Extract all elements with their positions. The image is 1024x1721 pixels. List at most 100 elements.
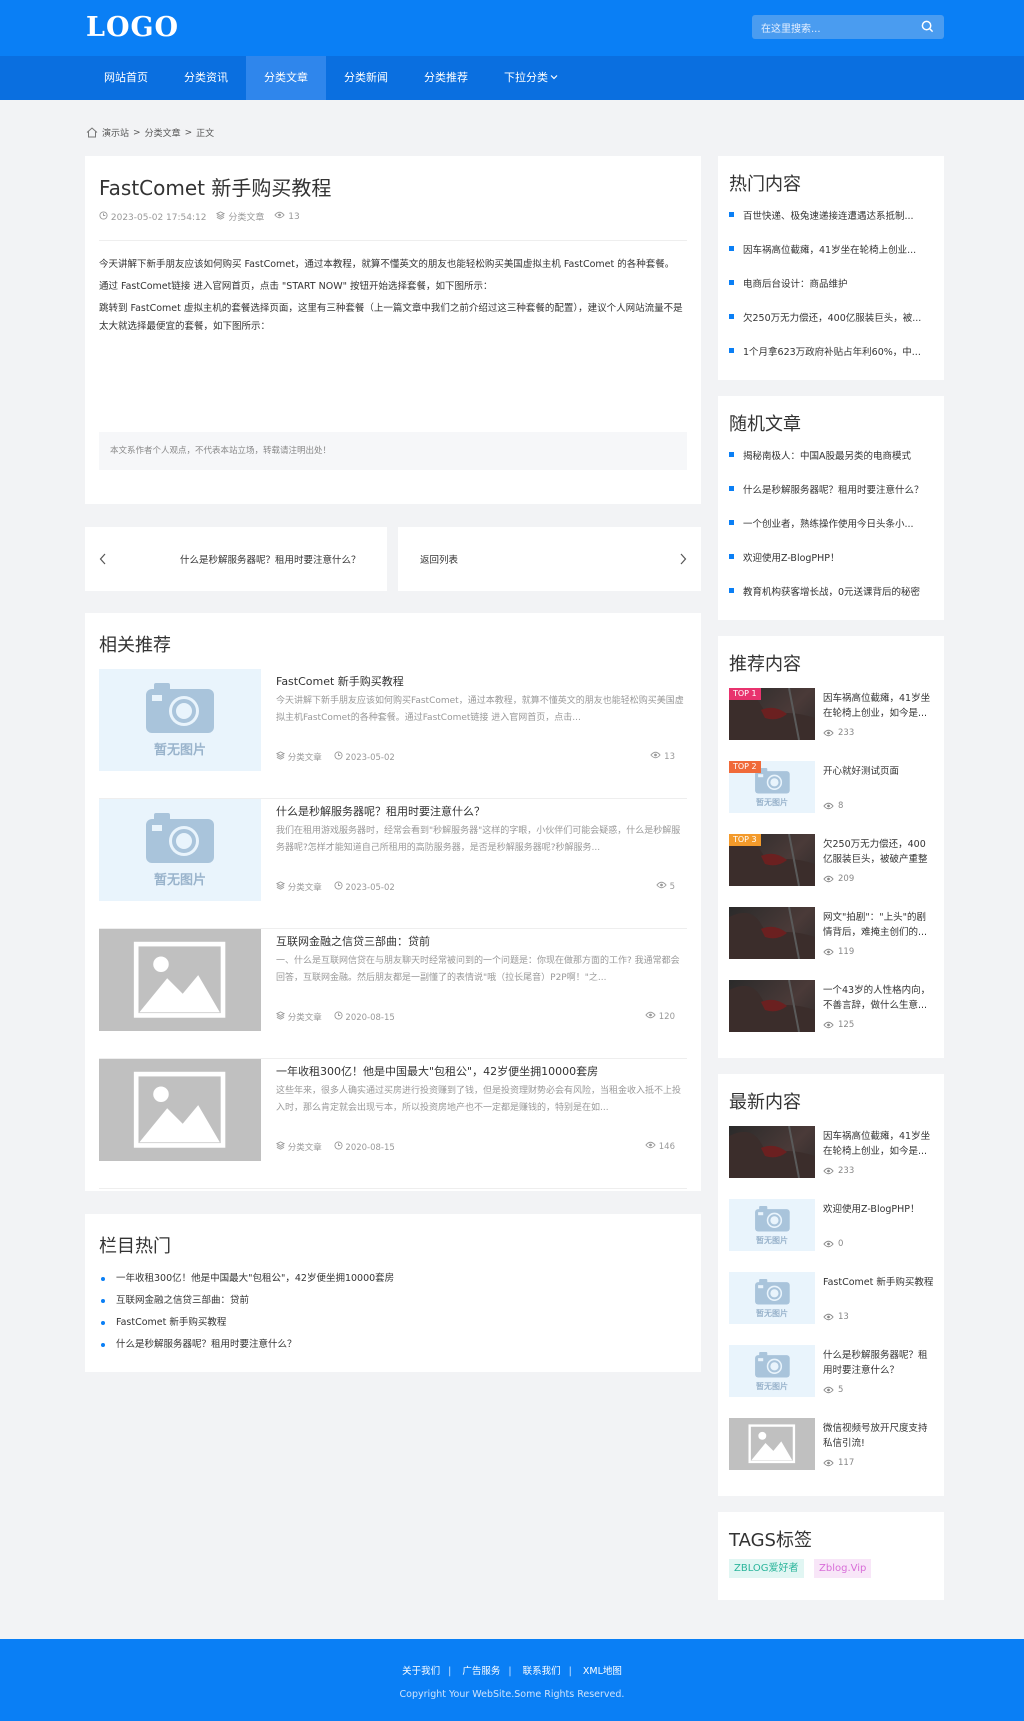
column-hot-title: 栏目热门 [99,1236,171,1257]
hot-content-widget: 热门内容 百世快递、极兔速递接连遭遇达系抵制... 因车祸高位截瘫，41岁坐在轮… [718,156,944,380]
nav-home[interactable]: 网站首页 [86,56,166,100]
list-item[interactable]: 暂无图片 欢迎使用Z-BlogPHP！ 0 [729,1199,935,1255]
tag-link[interactable]: Zblog.Vip [814,1559,872,1578]
nav-news-info[interactable]: 分类资讯 [166,56,246,100]
related-item-views: 146 [645,1141,675,1152]
home-icon[interactable] [86,127,98,138]
list-item[interactable]: 什么是秒解服务器呢？租用时要注意什么？ [729,482,935,516]
list-item[interactable]: 微信视频号放开尺度支持私信引流! 117 [729,1418,935,1474]
chevron-left-icon[interactable] [99,553,107,565]
divider [99,240,687,241]
list-item[interactable]: 一年收租300亿！他是中国最大"包租公"，42岁便坐拥10000套房 [101,1268,394,1290]
list-item[interactable]: 揭秘南极人：中国A股最另类的电商模式 [729,448,935,482]
footer-link-sitemap[interactable]: XML地图 [583,1666,622,1677]
placeholder-image: 暂无图片 [99,669,261,771]
side-item-title[interactable]: 开心就好测试页面 [823,764,935,779]
search-box[interactable]: 在这里搜索... [752,15,944,39]
list-item[interactable]: 暂无图片 什么是秒解服务器呢？租用时要注意什么？ 5 [729,1345,935,1401]
list-item[interactable]: 欢迎使用Z-BlogPHP！ [729,550,935,584]
thumbnail-image[interactable] [729,907,815,959]
list-item[interactable]: 暂无图片 FastComet 新手购买教程 今天讲解下新手朋友应该如何购买Fas… [99,669,687,799]
prev-article-link[interactable]: 什么是秒解服务器呢？租用时要注意什么？ [85,527,387,591]
chevron-right-icon[interactable] [679,553,687,565]
eye-icon [650,751,662,759]
side-item-title[interactable]: 因车祸高位截瘫，41岁坐在轮椅上创业，如今是... [823,691,935,721]
list-item[interactable]: 什么是秒解服务器呢？租用时要注意什么？ [101,1334,394,1356]
prev-article-title[interactable]: 什么是秒解服务器呢？租用时要注意什么？ [180,552,361,566]
chevron-down-icon [550,75,558,80]
thumbnail-photo [729,980,815,1032]
thumbnail-image[interactable] [729,1126,815,1178]
list-item[interactable]: 一年收租300亿！他是中国最大"包租公"，42岁便坐拥10000套房 这些年来，… [99,1059,687,1189]
hot-content-title: 热门内容 [729,174,801,195]
side-item-views: 119 [823,947,854,957]
footer-link-contact[interactable]: 联系我们 [523,1666,561,1677]
side-item-title[interactable]: 欢迎使用Z-BlogPHP！ [823,1202,935,1217]
side-item-title[interactable]: 因车祸高位截瘫，41岁坐在轮椅上创业，如今是... [823,1129,935,1159]
camera-icon [754,1279,790,1305]
list-item[interactable]: 一个43岁的人性格内向，不善言辞，做什么生意... 125 [729,980,935,1036]
tag-link[interactable]: ZBLOG爱好者 [729,1559,804,1578]
nav-dropdown[interactable]: 下拉分类 [486,56,576,100]
article-title: FastComet 新手购买教程 [99,176,332,200]
search-input[interactable]: 在这里搜索... [761,20,821,35]
placeholder-image: 暂无图片 [729,1345,815,1397]
list-item[interactable]: 因车祸高位截瘫，41岁坐在轮椅上创业，如今是... 233 [729,1126,935,1182]
related-item-views: 13 [650,751,675,762]
side-item-title[interactable]: 什么是秒解服务器呢？租用时要注意什么？ [823,1348,935,1378]
list-item[interactable]: 互联网金融之信贷三部曲：贷前 [101,1290,394,1312]
list-item[interactable]: 电商后台设计：商品维护 [729,276,935,310]
related-item-title[interactable]: 一年收租300亿！他是中国最大"包租公"，42岁便坐拥10000套房 [276,1063,598,1079]
list-item[interactable]: 一个创业者，熟练操作使用今日头条小... [729,516,935,550]
related-item-desc: 今天讲解下新手朋友应该如何购买FastComet，通过本教程，就算不懂英文的朋友… [276,696,684,723]
related-item-title[interactable]: 什么是秒解服务器呢？租用时要注意什么？ [276,803,485,819]
nav-recommend[interactable]: 分类推荐 [406,56,486,100]
article-category[interactable]: 分类文章 [228,213,264,223]
related-item-title[interactable]: 互联网金融之信贷三部曲：贷前 [276,933,430,949]
related-title: 相关推荐 [99,635,171,656]
nav-news[interactable]: 分类新闻 [326,56,406,100]
list-item[interactable]: 教育机构获客增长战，0元送课背后的秘密 [729,584,935,618]
no-image-label: 暂无图片 [756,797,788,807]
list-item[interactable]: FastComet 新手购买教程 [101,1312,394,1334]
breadcrumb-home[interactable]: 演示站 [102,126,129,139]
camera-icon [146,683,214,733]
side-item-title[interactable]: 网文"拍剧"："上头"的剧情背后，难掩主创们的... [823,910,935,940]
side-item-title[interactable]: FastComet 新手购买教程 [823,1275,935,1290]
list-item[interactable]: 互联网金融之信贷三部曲：贷前 一、什么是互联网信贷在与朋友聊天时经常被问到的一个… [99,929,687,1059]
list-item[interactable]: 因车祸高位截瘫，41岁坐在轮椅上创业... [729,242,935,276]
site-logo[interactable]: LOGO [86,12,179,43]
random-articles-title: 随机文章 [729,414,801,435]
layers-icon [275,1141,286,1150]
list-item[interactable]: 百世快递、极兔速递接连遭遇达系抵制... [729,208,935,242]
list-item[interactable]: 网文"拍剧"："上头"的剧情背后，难掩主创们的... 119 [729,907,935,963]
side-item-title[interactable]: 一个43岁的人性格内向，不善言辞，做什么生意... [823,983,935,1013]
list-item[interactable]: 暂无图片 FastComet 新手购买教程 13 [729,1272,935,1328]
search-icon[interactable] [921,20,934,33]
footer-link-ads[interactable]: 广告服务 [462,1666,500,1677]
list-item[interactable]: 欠250万无力偿还，400亿服装巨头，被... [729,310,935,344]
footer-link-about[interactable]: 关于我们 [402,1666,440,1677]
eye-icon [823,1167,834,1175]
back-to-list-link[interactable]: 返回列表 [398,527,701,591]
list-item[interactable]: TOP 3 欠250万无力偿还，400亿服装巨头，被破产重整 209 [729,834,935,890]
nav-articles[interactable]: 分类文章 [246,56,326,100]
related-item-title[interactable]: FastComet 新手购买教程 [276,673,404,689]
side-item-title[interactable]: 欠250万无力偿还，400亿服装巨头，被破产重整 [823,837,935,867]
thumbnail-image[interactable] [729,980,815,1032]
related-item-meta: 分类文章 2023-05-02 [275,881,395,893]
side-item-title[interactable]: 微信视频号放开尺度支持私信引流! [823,1421,935,1451]
list-item[interactable]: 1个月拿623万政府补贴占年利60%，中... [729,344,935,378]
thumbnail-photo [729,1126,815,1178]
list-item[interactable]: TOP 1 因车祸高位截瘫，41岁坐在轮椅上创业，如今是... 233 [729,688,935,744]
side-item-views: 8 [823,801,843,811]
layers-icon [216,211,226,220]
eye-icon [823,1240,834,1248]
breadcrumb-category[interactable]: 分类文章 [145,126,181,139]
side-item-views: 125 [823,1020,854,1030]
related-item-meta: 分类文章 2020-08-15 [275,1011,395,1023]
article-paragraph: 跳转到 FastComet 虚拟主机的套餐选择页面，这里有三种套餐（上一篇文章中… [99,303,683,332]
list-item[interactable]: 暂无图片 什么是秒解服务器呢？租用时要注意什么？ 我们在租用游戏服务器时，经常会… [99,799,687,929]
list-item[interactable]: 暂无图片 TOP 2 开心就好测试页面 8 [729,761,935,817]
back-to-list-label[interactable]: 返回列表 [420,552,458,566]
